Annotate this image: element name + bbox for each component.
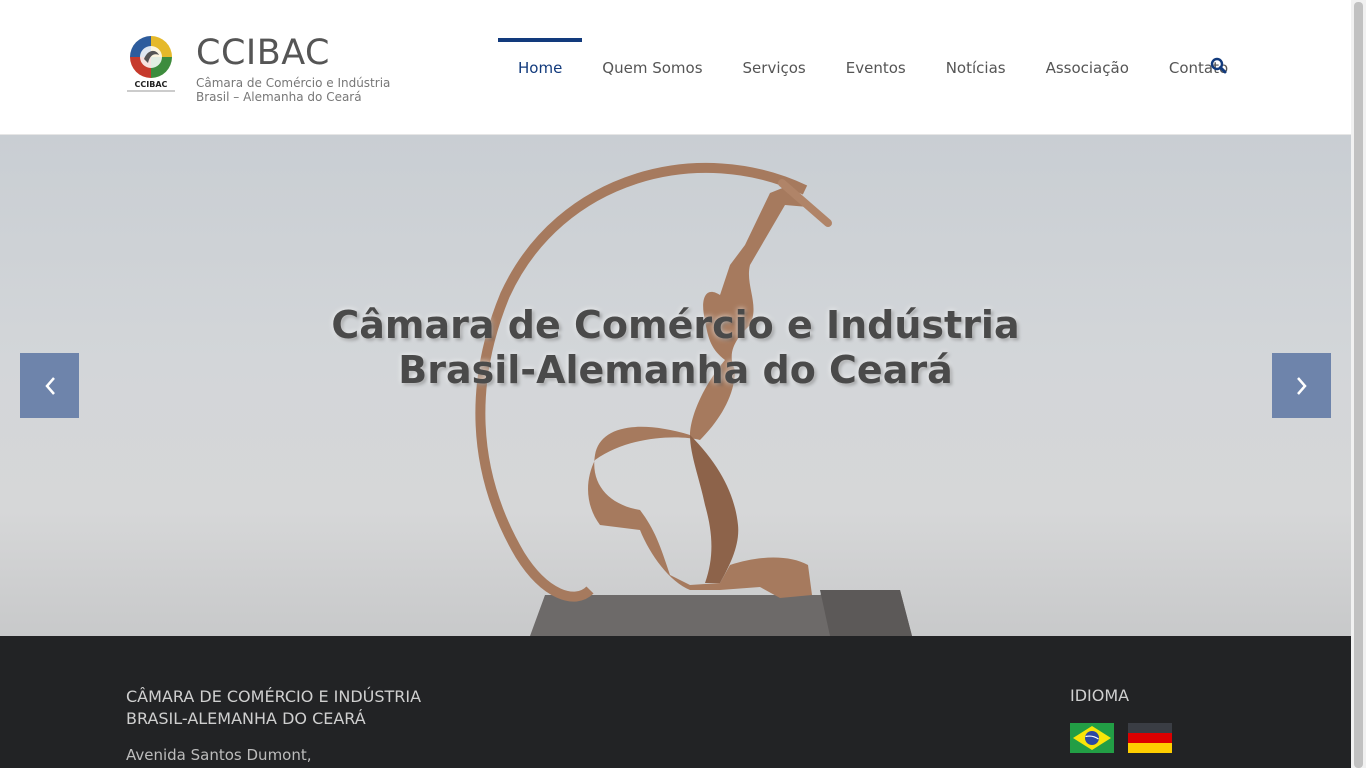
site-logo-link[interactable]: CCIBAC CCIBAC Câmara de Comércio e Indús… xyxy=(126,33,396,105)
svg-text:CCIBAC: CCIBAC xyxy=(135,80,168,89)
brazil-flag-icon[interactable] xyxy=(1070,723,1114,753)
nav-item-home[interactable]: Home xyxy=(498,38,583,98)
hero-slider: Câmara de Comércio e Indústria Brasil-Al… xyxy=(0,135,1351,636)
site-header: CCIBAC CCIBAC Câmara de Comércio e Indús… xyxy=(0,0,1351,135)
scrollbar-thumb[interactable] xyxy=(1354,2,1363,768)
footer-address: Avenida Santos Dumont, xyxy=(126,746,312,764)
nav-item-quem-somos[interactable]: Quem Somos xyxy=(582,38,722,98)
footer-organization-name: CÂMARA DE COMÉRCIO E INDÚSTRIA BRASIL-AL… xyxy=(126,686,446,730)
slider-next-button[interactable] xyxy=(1272,353,1331,418)
main-navigation: Home Quem Somos Serviços Eventos Notícia… xyxy=(498,38,1248,98)
germany-flag-icon[interactable] xyxy=(1128,723,1172,753)
footer-org-line-1: CÂMARA DE COMÉRCIO E INDÚSTRIA xyxy=(126,687,422,706)
nav-item-servicos[interactable]: Serviços xyxy=(723,38,826,98)
nav-item-contato[interactable]: Contato xyxy=(1149,38,1248,98)
site-title[interactable]: CCIBAC xyxy=(196,33,330,73)
nav-item-associacao[interactable]: Associação xyxy=(1026,38,1149,98)
site-footer: CÂMARA DE COMÉRCIO E INDÚSTRIA BRASIL-AL… xyxy=(0,636,1351,768)
footer-org-line-2: BRASIL-ALEMANHA DO CEARÁ xyxy=(126,709,366,728)
chevron-left-icon xyxy=(44,376,55,395)
nav-item-noticias[interactable]: Notícias xyxy=(926,38,1026,98)
site-description: Câmara de Comércio e Indústria Brasil – … xyxy=(196,76,391,104)
page-scrollbar[interactable] xyxy=(1351,0,1366,768)
slide-title-line-1: Câmara de Comércio e Indústria xyxy=(331,303,1020,347)
nav-item-eventos[interactable]: Eventos xyxy=(826,38,926,98)
search-icon[interactable] xyxy=(1210,57,1228,75)
slide-title-line-2: Brasil-Alemanha do Ceará xyxy=(398,348,953,392)
chevron-right-icon xyxy=(1296,376,1307,395)
ccibac-logo-icon: CCIBAC xyxy=(127,36,175,92)
slider-prev-button[interactable] xyxy=(20,353,79,418)
slide-title: Câmara de Comércio e Indústria Brasil-Al… xyxy=(300,303,1051,393)
language-title: IDIOMA xyxy=(1070,686,1130,705)
